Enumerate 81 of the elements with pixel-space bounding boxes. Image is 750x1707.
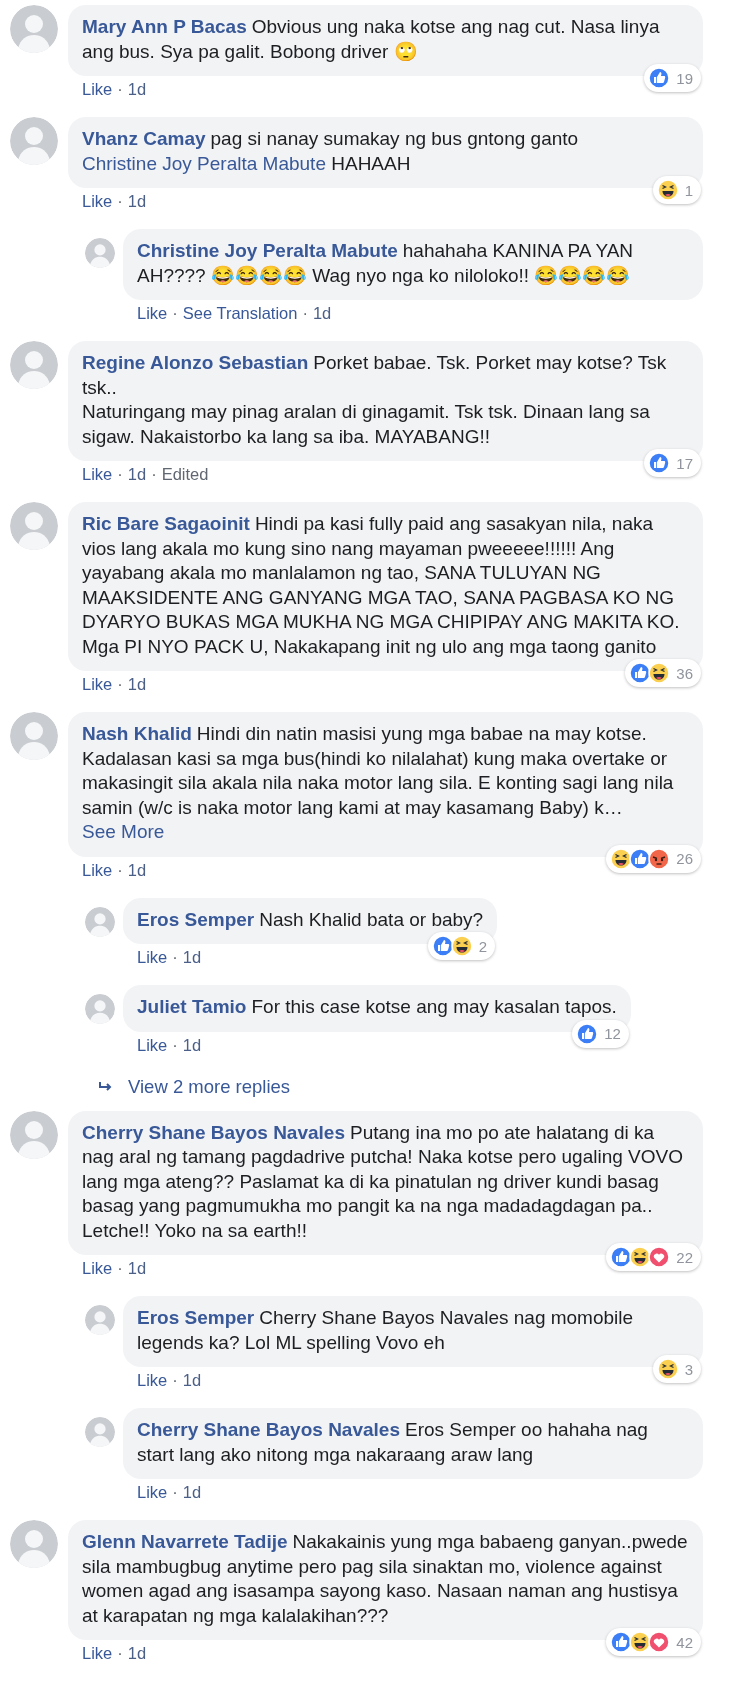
separator-dot: · [117, 79, 123, 99]
action-link[interactable]: Like [82, 79, 113, 99]
avatar[interactable] [10, 712, 58, 760]
action-link[interactable]: Like [82, 191, 113, 211]
author-name-link[interactable]: Christine Joy Peralta Mabute [137, 240, 398, 261]
separator-dot: · [117, 859, 123, 880]
avatar[interactable] [85, 906, 115, 937]
timestamp-link[interactable]: 1d [127, 674, 147, 694]
comment-text: Mary Ann P Bacas Obvious ung naka kotse ang nag cut. Nasa linya ang bus. Sya pa galit. Bobong driver 🙄 [82, 15, 661, 64]
see-more-link[interactable]: See More [82, 821, 165, 842]
comment-text: Glenn Navarrete Tadije Nakakainis yung mga babaeng ganyan..pwede sila mambugbug anytime pero pag sila sinaktan mo, violence against women agad ang isasampa sayong kaso. Nasaan naman ang hustisya at karapatan ng mga kalalakihan??? [82, 1530, 689, 1628]
author-name-link[interactable]: Glenn Navarrete Tadije [82, 1531, 288, 1552]
reply-arrow-icon [98, 1080, 114, 1093]
comment-text: Eros Semper Cherry Shane Bayos Navales nag momobile legends ka? Lol ML spelling Vovo eh [137, 1306, 635, 1355]
timestamp-link[interactable]: 1d [312, 303, 332, 323]
avatar[interactable] [85, 1305, 115, 1335]
mention-link[interactable]: Christine Joy Peralta Mabute [82, 152, 326, 174]
action-link[interactable]: Like [82, 859, 113, 880]
comment-text: Cherry Shane Bayos Navales Putang ina mo po ate halatang di ka nag aral ng tamang pagdadrive putcha! Naka kotse pero ugaling VOVO lang mga ateng?? Paslamat ka di ka pinatulan ng driver kundi basag basag yang pagmumukha mo pangit ka na nga madadagdagan pa.. Letche!! Yoko na sa earth!! [82, 1120, 684, 1243]
separator-dot: · [117, 674, 123, 694]
action-link[interactable]: Like [137, 1370, 168, 1390]
action-link[interactable]: See Translation [182, 303, 298, 323]
avatar[interactable] [10, 341, 58, 389]
comment-text: Ric Bare Sagaoinit Hindi pa kasi fully paid ang sasakyan nila, naka vios lang akala mo kung sino nang mayaman pweeeee!!!!!! Ang yayabang akala mo manlalamon ng tao, SANA TULUYAN NG MAAKSIDENTE ANG GANYANG MGA TAO, SANA PAGBASA KO NG DYARYO BUKAS MGA MUKHA NG MGA CHIPIPAY ANG MAKITA KO. Mga PI NYO PACK U, Nakakapang init ng ulo ang mga taong ganito [82, 512, 681, 659]
separator-dot: · [172, 1370, 178, 1390]
comment-text: Juliet Tamio For this case kotse ang may kasalan tapos. [137, 995, 617, 1019]
comment-text: Eros Semper Nash Khalid bata or baby? [137, 907, 484, 932]
author-name-link[interactable]: Juliet Tamio [137, 996, 247, 1017]
timestamp-link[interactable]: 1d [127, 464, 147, 484]
author-name-link[interactable]: Eros Semper [137, 1307, 255, 1328]
comment-text: Regine Alonzo Sebastian Porket babae. Tsk. Porket may kotse? Tsk tsk.. Naturingang may pinag aralan di ginagamit. Tsk tsk. Dinaan lang sa sigaw. Nakaistorbo ka lang sa iba. MAYABANG!! [82, 351, 668, 449]
author-name-link[interactable]: Cherry Shane Bayos Navales [82, 1121, 345, 1143]
separator-dot: · [151, 464, 157, 484]
avatar[interactable] [10, 502, 58, 550]
comment-text: Nash Khalid Hindi din natin masisi yung mga babae na may kotse. Kadalasan kasi sa mga bus(hindi ko nilalahat) kung maka overtake or makasingit sila akala nila naka motor lang sila. E konting sagi lang nila samin (w/c is naka motor lang kami at may kasamang Baby) k… See More [82, 722, 675, 844]
separator-dot: · [302, 303, 308, 323]
action-link[interactable]: Like [137, 303, 168, 323]
timestamp-link[interactable]: 1d [182, 1482, 202, 1502]
view-more-replies-link[interactable]: View 2 more replies [128, 1074, 291, 1099]
comment-text: Christine Joy Peralta Mabute hahahaha KANINA PA YAN AH???? 😂😂😂😂 Wag nyo nga ko niloloko!! 😂😂😂😂 [137, 239, 635, 288]
author-name-link[interactable]: Eros Semper [137, 908, 255, 930]
separator-dot: · [172, 1034, 178, 1055]
avatar[interactable] [85, 238, 115, 268]
separator-dot: · [117, 191, 123, 211]
comment-text: Cherry Shane Bayos Navales Eros Semper oo hahaha nag start lang ako nitong mga nakaraang araw lang [137, 1418, 649, 1467]
action-link[interactable]: Like [82, 1643, 113, 1663]
timestamp-link[interactable]: 1d [182, 947, 202, 967]
author-name-link[interactable]: Nash Khalid [82, 723, 192, 744]
action-link[interactable]: Like [137, 1034, 168, 1055]
timestamp-link[interactable]: 1d [127, 1643, 147, 1663]
separator-dot: · [117, 1258, 123, 1278]
comment-text: Vhanz Camay pag si nanay sumakay ng bus gntong ganto Christine Joy Peralta Mabute HAHAAH [82, 127, 580, 176]
action-link[interactable]: Like [82, 464, 113, 484]
avatar[interactable] [10, 1110, 58, 1159]
separator-dot: · [172, 303, 178, 323]
edited-label: Edited [161, 464, 209, 484]
author-name-link[interactable]: Ric Bare Sagaoinit [82, 513, 250, 534]
avatar[interactable] [10, 117, 58, 165]
timestamp-link[interactable]: 1d [127, 191, 147, 211]
separator-dot: · [172, 1482, 178, 1502]
timestamp-link[interactable]: 1d [127, 859, 147, 880]
separator-dot: · [117, 1643, 123, 1663]
author-name-link[interactable]: Regine Alonzo Sebastian [82, 352, 309, 373]
separator-dot: · [117, 464, 123, 484]
avatar[interactable] [10, 5, 58, 53]
avatar[interactable] [10, 1520, 58, 1568]
action-link[interactable]: Like [82, 1258, 113, 1278]
action-link[interactable]: Like [137, 1482, 168, 1502]
timestamp-link[interactable]: 1d [127, 1258, 147, 1278]
timestamp-link[interactable]: 1d [182, 1370, 202, 1390]
reaction-summary[interactable]: 1 [652, 176, 701, 204]
avatar[interactable] [85, 994, 115, 1024]
avatar[interactable] [85, 1417, 115, 1447]
author-name-link[interactable]: Mary Ann P Bacas [82, 16, 247, 37]
timestamp-link[interactable]: 1d [182, 1034, 202, 1055]
author-name-link[interactable]: Cherry Shane Bayos Navales [137, 1419, 400, 1440]
action-link[interactable]: Like [137, 947, 168, 967]
separator-dot: · [172, 947, 178, 967]
author-name-link[interactable]: Vhanz Camay [82, 128, 206, 149]
action-link[interactable]: Like [82, 674, 113, 694]
timestamp-link[interactable]: 1d [127, 79, 147, 99]
